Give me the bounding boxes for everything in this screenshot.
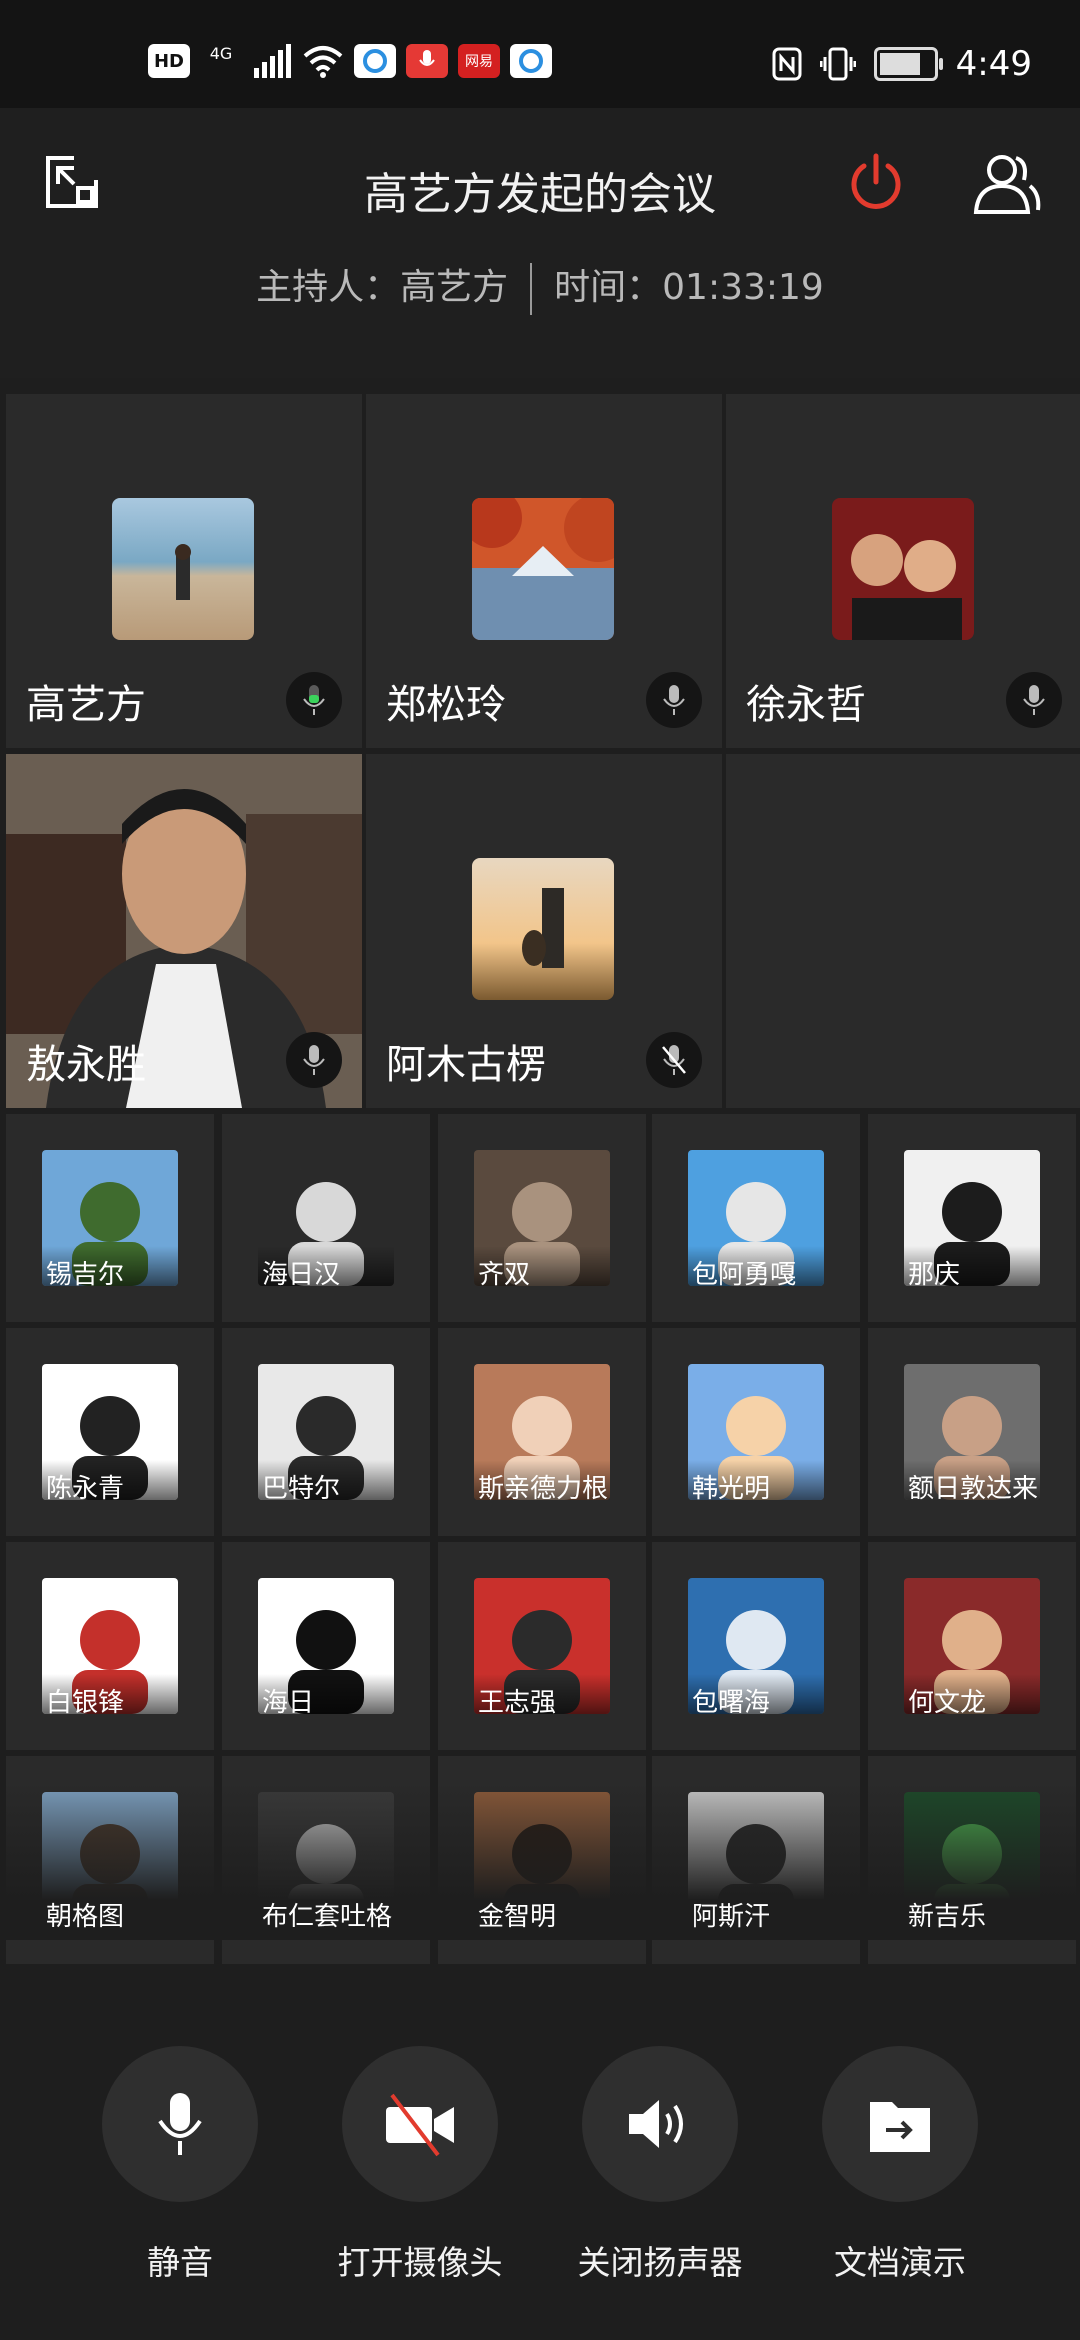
speaker-icon [629,2100,683,2148]
camera-off-icon [386,2093,454,2157]
speaker-label: 关闭扬声器 [577,2243,743,2282]
vibrate-icon [819,47,856,81]
meeting-timer: 时间：01:33:19 [554,267,824,308]
participant-grid-tile[interactable]: 锡吉尔 [6,1114,214,1322]
participant-name: 金智明 [478,1902,557,1932]
empty-tile [726,754,1080,1108]
participant-name: 包阿勇嘎 [692,1260,797,1290]
participant-name: 敖永胜 [26,1042,146,1088]
participant-name: 巴特尔 [262,1474,341,1504]
speaker-toggle-button[interactable] [582,2046,738,2202]
camera-toggle-button[interactable] [342,2046,498,2202]
meeting-header: 高艺方发起的会议 主持人：高艺方 时间：01:33:19 [0,108,1080,378]
participant-name: 锡吉尔 [46,1260,125,1290]
wifi-icon [303,46,343,78]
participant-tile[interactable]: 徐永哲 [726,394,1080,748]
participant-name: 徐永哲 [746,682,866,728]
participant-grid-tile[interactable]: 那庆 [868,1114,1076,1322]
participant-grid-tile[interactable]: 巴特尔 [222,1328,430,1536]
microphone-icon [158,2093,202,2155]
participant-name: 白银锋 [46,1688,125,1718]
participant-tile[interactable]: 阿木古楞 [366,754,722,1108]
document-share-button[interactable] [822,2046,978,2202]
mic-icon [286,1032,342,1088]
camera-label: 打开摄像头 [337,2243,503,2282]
participant-grid-tile[interactable]: 韩光明 [652,1328,860,1536]
participant-name: 阿斯汗 [692,1902,771,1932]
participant-name: 朝格图 [46,1902,125,1932]
participant-name: 陈永青 [46,1474,125,1504]
participant-name: 何文龙 [908,1688,987,1718]
document-share-label: 文档演示 [834,2243,966,2282]
host-label: 主持人：高艺方 [256,267,509,308]
participant-avatar [472,858,614,1000]
divider [530,263,533,315]
status-bar: HD 4G 网易 4:49 [0,0,1080,108]
mic-icon [646,672,702,728]
app-notification-icon-2 [510,44,552,78]
participant-avatar [112,498,254,640]
participant-name: 包曙海 [692,1688,771,1718]
participant-grid-tile[interactable]: 何文龙 [868,1542,1076,1750]
recorder-notification-icon [406,44,448,78]
participant-grid-tile[interactable]: 包曙海 [652,1542,860,1750]
participant-grid-tile[interactable]: 额日敦达来 [868,1328,1076,1536]
signal-icon [254,44,291,78]
network-4g-icon: 4G [209,44,233,63]
participant-video-tile[interactable]: 敖永胜 [6,754,362,1108]
document-share-icon [870,2102,930,2152]
participant-name: 布仁套吐格 [262,1902,393,1932]
meeting-title: 高艺方发起的会议 [364,169,716,220]
hd-icon: HD [148,44,190,78]
participant-name: 新吉乐 [908,1902,987,1932]
participant-name: 那庆 [908,1260,961,1290]
participant-grid-tile[interactable]: 陈永青 [6,1328,214,1536]
participant-grid-tile[interactable]: 白银锋 [6,1542,214,1750]
participant-tile[interactable]: 郑松玲 [366,394,722,748]
participant-avatar [832,498,974,640]
participant-grid-tile[interactable]: 王志强 [438,1542,646,1750]
participant-name: 阿木古楞 [386,1042,546,1088]
participant-grid-tile[interactable]: 包阿勇嘎 [652,1114,860,1322]
participant-tile[interactable]: 高艺方 [6,394,362,748]
clock: 4:49 [955,44,1032,84]
end-meeting-power-icon[interactable] [846,152,906,212]
participant-name: 海日 [262,1688,315,1718]
meeting-info: 主持人：高艺方 时间：01:33:19 [0,258,1080,315]
participant-grid-tile[interactable]: 斯亲德力根 [438,1328,646,1536]
participant-name: 郑松玲 [386,682,506,728]
participant-grid-tile[interactable]: 齐双 [438,1114,646,1322]
app-notification-icon [354,44,396,78]
mute-label: 静音 [147,2243,213,2282]
participant-name: 韩光明 [692,1474,771,1504]
participant-name: 海日汉 [262,1260,341,1290]
participants-icon[interactable] [972,152,1042,216]
mic-active-icon [286,672,342,728]
mic-icon [1006,672,1062,728]
participant-name: 斯亲德力根 [478,1474,609,1504]
participant-grid-tile[interactable]: 海日 [222,1542,430,1750]
participant-name: 额日敦达来 [908,1474,1039,1504]
participant-avatar [472,498,614,640]
mute-button[interactable] [102,2046,258,2202]
participant-name: 王志强 [478,1688,557,1718]
mic-muted-icon [646,1032,702,1088]
participant-name: 高艺方 [26,682,146,728]
nfc-icon [772,47,802,81]
battery-icon [873,47,943,81]
participant-name: 齐双 [478,1260,531,1290]
participant-grid-tile[interactable]: 海日汉 [222,1114,430,1322]
netease-notification-icon: 网易 [458,44,500,78]
